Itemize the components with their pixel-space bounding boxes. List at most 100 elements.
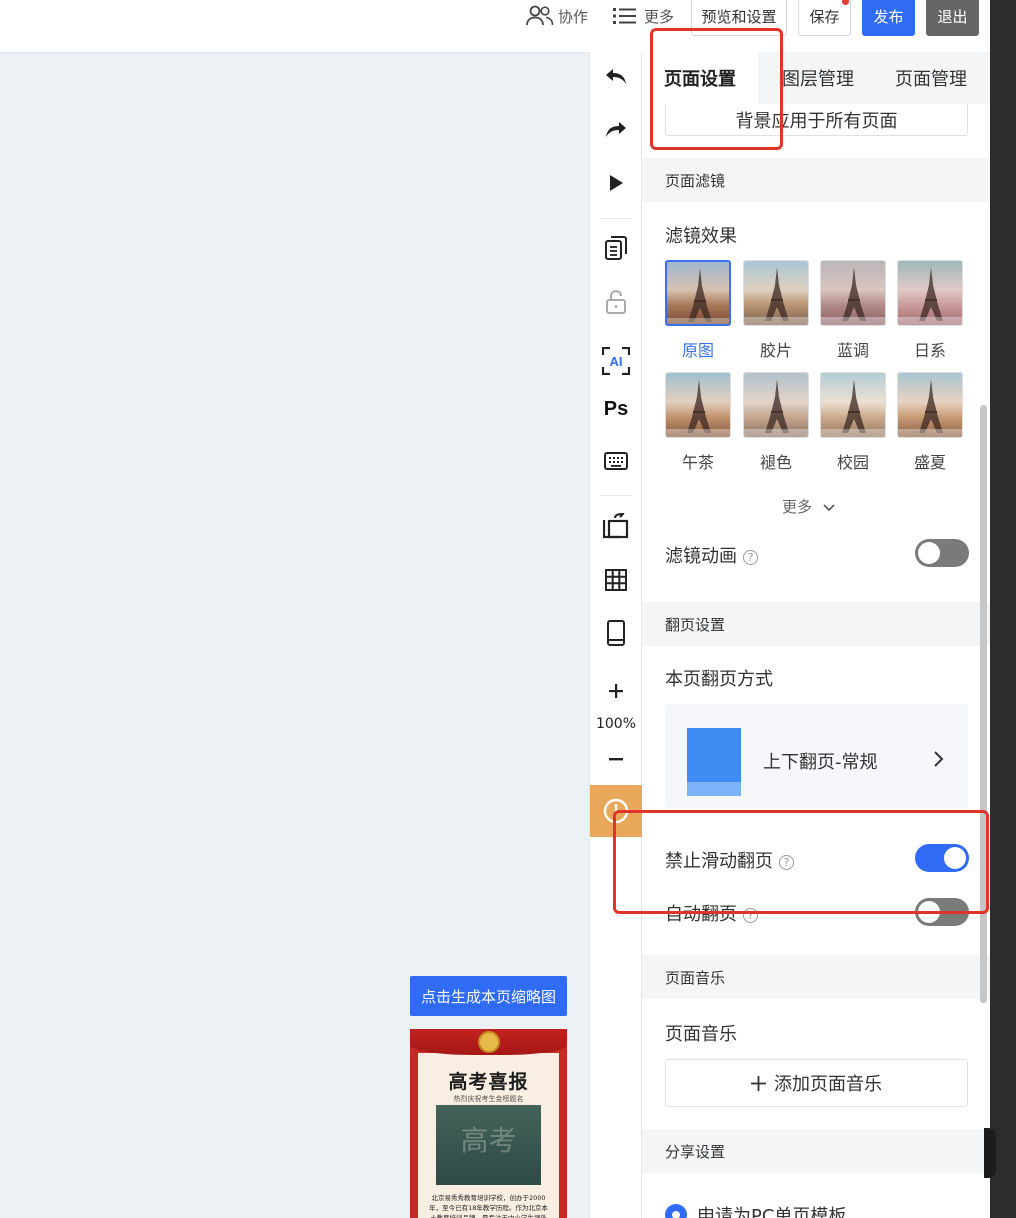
toolbar-divider: [600, 495, 632, 496]
collab-label: 协作: [558, 7, 589, 26]
plus-icon: [751, 1075, 766, 1091]
filter-name: 蓝调: [836, 341, 869, 360]
window-edge: [990, 0, 1016, 1218]
filter-name: 胶片: [759, 341, 792, 360]
poster-body-text: 北京易秀秀教育培训学校，创办于2000年，至今已有18年教学历程。作为北京本土教…: [429, 1194, 548, 1218]
copy-icon: [605, 236, 627, 260]
filter-thumbnail: [665, 260, 731, 326]
filter-option[interactable]: 原图: [665, 260, 731, 361]
zoom-out-button[interactable]: [590, 742, 642, 778]
filter-name: 校园: [836, 453, 869, 472]
publish-button[interactable]: 发布: [862, 0, 915, 36]
filter-name: 盛夏: [913, 453, 946, 472]
undo-button[interactable]: [590, 59, 642, 95]
filter-option[interactable]: 日系: [897, 260, 963, 361]
poster-title: 高考喜报: [448, 1071, 529, 1093]
flip-section-header: 翻页设置: [642, 602, 990, 646]
filter-option[interactable]: 校园: [820, 372, 886, 473]
poster-subtitle: 热烈庆祝考生金榜题名: [453, 1095, 524, 1103]
poster-photo-word: 高考: [460, 1124, 517, 1157]
settings-panel: 页面设置 图层管理 页面管理 背景应用于所有页面 页面滤镜 滤镜效果 原图 胶片蓝…: [642, 52, 990, 1218]
copy-page-button[interactable]: [590, 230, 642, 266]
top-bar: 协作 更多 预览和设置 保存 发布 退出: [0, 0, 990, 52]
filter-option[interactable]: 胶片: [743, 260, 809, 361]
filter-animation-toggle[interactable]: [915, 539, 969, 567]
more-filters-button[interactable]: 更多: [782, 496, 835, 517]
redo-icon: [606, 122, 626, 137]
zoom-level: 100%: [595, 716, 637, 732]
undo-icon: [606, 69, 626, 84]
play-preview-button[interactable]: [590, 165, 642, 201]
users-icon: [526, 5, 554, 26]
chevron-down-icon: [823, 504, 835, 512]
replace-page-button[interactable]: [590, 508, 642, 544]
chevron-right-icon: [934, 748, 944, 772]
filter-name: 褪色: [759, 453, 792, 472]
filter-option[interactable]: 褪色: [743, 372, 809, 473]
ps-icon: Ps: [604, 398, 628, 420]
tab-layer-management[interactable]: 图层管理: [782, 52, 854, 104]
unlock-icon: [606, 290, 626, 314]
ai-button[interactable]: AI: [590, 343, 642, 379]
more-label: 更多: [644, 7, 675, 26]
filter-name: 原图: [681, 341, 714, 360]
filter-name: 日系: [913, 341, 946, 360]
filter-thumbnail: [665, 372, 731, 438]
filter-thumbnail: [743, 260, 809, 326]
plus-icon: [609, 684, 623, 698]
zoom-in-button[interactable]: [590, 673, 642, 709]
phone-icon: [607, 620, 625, 646]
grid-icon: [605, 569, 627, 591]
collab-button[interactable]: 协作: [526, 5, 589, 26]
filter-animation-label: 滤镜动画?: [665, 542, 758, 568]
help-icon[interactable]: ?: [743, 549, 758, 565]
redo-button[interactable]: [590, 112, 642, 148]
toggle-knob: [918, 542, 940, 564]
filter-option[interactable]: 午茶: [665, 372, 731, 473]
toolbar-divider: [600, 218, 632, 219]
pc-template-label: 申请为PC单页模板: [697, 1206, 847, 1218]
flip-mode-selector[interactable]: 上下翻页-常规: [665, 704, 968, 808]
filter-section-header: 页面滤镜: [642, 158, 990, 202]
save-button[interactable]: 保存: [798, 0, 851, 36]
more-filters-label: 更多: [782, 498, 813, 516]
grid-button[interactable]: [590, 562, 642, 598]
keyboard-shortcuts-button[interactable]: [590, 443, 642, 479]
minus-icon: [609, 758, 623, 761]
play-icon: [610, 175, 623, 191]
mobile-preview-button[interactable]: [590, 615, 642, 651]
poster-body: 高考喜报 热烈庆祝考生金榜题名 高考 北京易秀秀教育培训学校，创办于2000年，…: [418, 1053, 559, 1218]
lock-button[interactable]: [590, 284, 642, 320]
add-music-button[interactable]: 添加页面音乐: [665, 1059, 968, 1107]
more-menu-button[interactable]: 更多: [613, 6, 674, 26]
generate-thumbnail-button[interactable]: 点击生成本页缩略图: [410, 976, 567, 1016]
annotation-box-swipe: [613, 810, 989, 914]
share-section-header: 分享设置: [642, 1129, 990, 1173]
tab-page-management[interactable]: 页面管理: [895, 52, 967, 104]
filter-thumbnail: [820, 260, 886, 326]
page-music-label: 页面音乐: [665, 1024, 737, 1045]
filter-option[interactable]: 蓝调: [820, 260, 886, 361]
poster-photo: 高考: [436, 1105, 541, 1185]
pc-template-radio[interactable]: [665, 1204, 687, 1218]
filter-thumbnail: [743, 372, 809, 438]
filter-option[interactable]: 盛夏: [897, 372, 963, 473]
filter-thumbnail: [820, 372, 886, 438]
list-icon: [613, 8, 636, 24]
flip-mode-icon: [687, 728, 741, 796]
window-edge-handle: [984, 1128, 996, 1178]
flip-mode-value: 上下翻页-常规: [763, 752, 878, 773]
filter-animation-text: 滤镜动画: [665, 546, 737, 567]
music-section-header: 页面音乐: [642, 955, 990, 999]
flip-mode-label: 本页翻页方式: [665, 669, 773, 690]
filter-name: 午茶: [681, 453, 714, 472]
keyboard-icon: [604, 452, 628, 470]
vertical-toolbar: AI Ps 100%: [589, 52, 642, 1218]
page-swap-icon: [603, 513, 629, 539]
filter-effect-label: 滤镜效果: [665, 226, 737, 247]
ps-text: Ps: [604, 398, 628, 420]
annotation-box-tab: [650, 28, 783, 150]
exit-button[interactable]: 退出: [926, 0, 979, 36]
ps-button[interactable]: Ps: [590, 390, 642, 426]
page-thumbnail[interactable]: 高考喜报 热烈庆祝考生金榜题名 高考 北京易秀秀教育培训学校，创办于2000年，…: [410, 1029, 567, 1218]
